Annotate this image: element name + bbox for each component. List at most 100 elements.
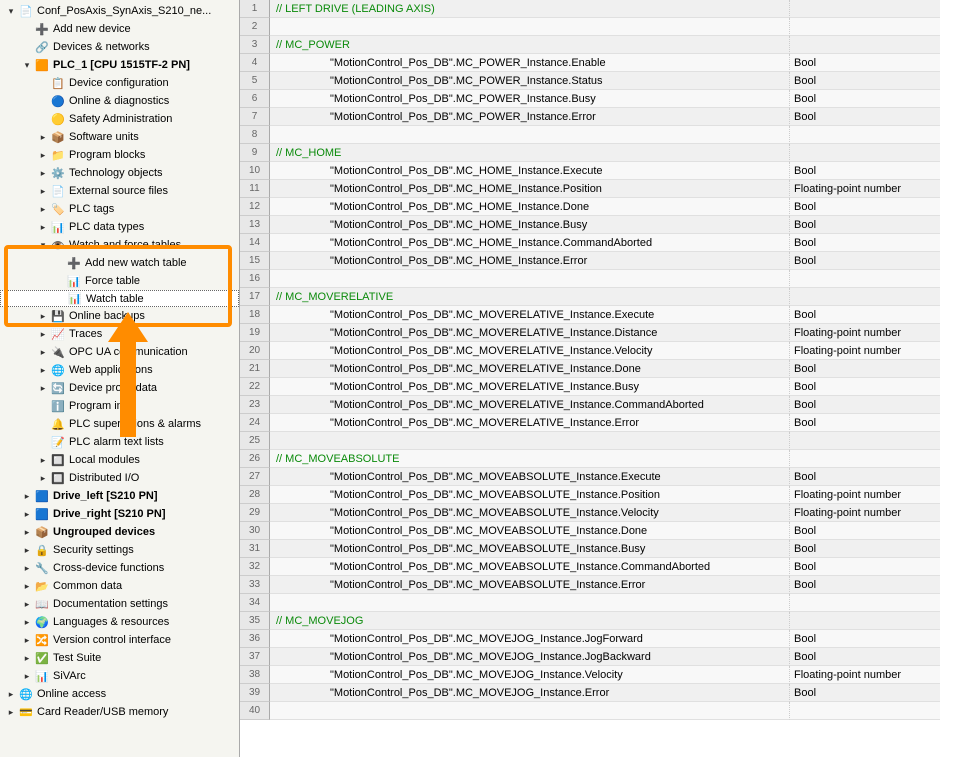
tree-expand-icon[interactable]: ▸ <box>20 507 34 521</box>
cell-name[interactable]: "MotionControl_Pos_DB".MC_MOVERELATIVE_I… <box>270 324 790 342</box>
table-row[interactable]: 30"MotionControl_Pos_DB".MC_MOVEABSOLUTE… <box>240 522 964 540</box>
tree-expand-icon[interactable]: ▸ <box>20 525 34 539</box>
tree-item-sivarc[interactable]: ▸📊SiVArc <box>0 667 239 685</box>
table-row[interactable]: 27"MotionControl_Pos_DB".MC_MOVEABSOLUTE… <box>240 468 964 486</box>
cell-name[interactable]: // MC_POWER <box>270 36 790 54</box>
tree-expand-icon[interactable]: ▾ <box>20 58 34 72</box>
table-row[interactable]: 32"MotionControl_Pos_DB".MC_MOVEABSOLUTE… <box>240 558 964 576</box>
cell-type[interactable]: Bool <box>790 522 940 540</box>
cell-type[interactable]: Bool <box>790 360 940 378</box>
tree-item-common-data[interactable]: ▸📂Common data <box>0 577 239 595</box>
table-row[interactable]: 6"MotionControl_Pos_DB".MC_POWER_Instanc… <box>240 90 964 108</box>
tree-expand-icon[interactable]: ▸ <box>4 687 18 701</box>
tree-item-local-modules[interactable]: ▸🔲Local modules <box>0 451 239 469</box>
cell-name[interactable]: "MotionControl_Pos_DB".MC_MOVEABSOLUTE_I… <box>270 540 790 558</box>
cell-type[interactable]: Floating-point number <box>790 486 940 504</box>
tree-item-opc-ua-communication[interactable]: ▸🔌OPC UA communication <box>0 343 239 361</box>
cell-type[interactable] <box>790 702 940 720</box>
cell-type[interactable]: Floating-point number <box>790 666 940 684</box>
table-row[interactable]: 24"MotionControl_Pos_DB".MC_MOVERELATIVE… <box>240 414 964 432</box>
tree-item-devices-networks[interactable]: 🔗Devices & networks <box>0 38 239 56</box>
tree-expand-icon[interactable]: ▸ <box>36 148 50 162</box>
tree-item-watch-table[interactable]: 📊Watch table <box>0 290 239 307</box>
tree-expand-icon[interactable]: ▸ <box>36 202 50 216</box>
cell-type[interactable] <box>790 612 940 630</box>
tree-item-online-diagnostics[interactable]: 🔵Online & diagnostics <box>0 92 239 110</box>
cell-type[interactable] <box>790 432 940 450</box>
cell-name[interactable]: "MotionControl_Pos_DB".MC_MOVEJOG_Instan… <box>270 684 790 702</box>
cell-type[interactable]: Bool <box>790 252 940 270</box>
tree-item-ungrouped-devices[interactable]: ▸📦Ungrouped devices <box>0 523 239 541</box>
cell-name[interactable]: "MotionControl_Pos_DB".MC_MOVEJOG_Instan… <box>270 648 790 666</box>
cell-name[interactable]: "MotionControl_Pos_DB".MC_MOVEABSOLUTE_I… <box>270 486 790 504</box>
cell-name[interactable]: "MotionControl_Pos_DB".MC_POWER_Instance… <box>270 72 790 90</box>
cell-type[interactable]: Bool <box>790 558 940 576</box>
cell-name[interactable]: "MotionControl_Pos_DB".MC_MOVEABSOLUTE_I… <box>270 576 790 594</box>
tree-item-drive-right-s210-pn[interactable]: ▸🟦Drive_right [S210 PN] <box>0 505 239 523</box>
tree-expand-icon[interactable]: ▸ <box>20 597 34 611</box>
cell-name[interactable] <box>270 126 790 144</box>
table-row[interactable]: 34 <box>240 594 964 612</box>
tree-item-drive-left-s210-pn[interactable]: ▸🟦Drive_left [S210 PN] <box>0 487 239 505</box>
tree-item-program-blocks[interactable]: ▸📁Program blocks <box>0 146 239 164</box>
tree-item-device-proxy-data[interactable]: ▸🔄Device proxy data <box>0 379 239 397</box>
table-row[interactable]: 26// MC_MOVEABSOLUTE <box>240 450 964 468</box>
cell-type[interactable]: Bool <box>790 108 940 126</box>
cell-name[interactable]: "MotionControl_Pos_DB".MC_MOVERELATIVE_I… <box>270 342 790 360</box>
tree-item-add-new-watch-table[interactable]: ➕Add new watch table <box>0 254 239 272</box>
table-row[interactable]: 25 <box>240 432 964 450</box>
cell-name[interactable]: // MC_HOME <box>270 144 790 162</box>
table-row[interactable]: 23"MotionControl_Pos_DB".MC_MOVERELATIVE… <box>240 396 964 414</box>
watch-table-grid[interactable]: 1// LEFT DRIVE (LEADING AXIS)23// MC_POW… <box>240 0 964 757</box>
table-row[interactable]: 28"MotionControl_Pos_DB".MC_MOVEABSOLUTE… <box>240 486 964 504</box>
cell-type[interactable] <box>790 288 940 306</box>
cell-name[interactable]: // MC_MOVEABSOLUTE <box>270 450 790 468</box>
table-row[interactable]: 38"MotionControl_Pos_DB".MC_MOVEJOG_Inst… <box>240 666 964 684</box>
tree-item-program-info[interactable]: ℹ️Program info <box>0 397 239 415</box>
table-row[interactable]: 33"MotionControl_Pos_DB".MC_MOVEABSOLUTE… <box>240 576 964 594</box>
table-row[interactable]: 10"MotionControl_Pos_DB".MC_HOME_Instanc… <box>240 162 964 180</box>
cell-type[interactable]: Floating-point number <box>790 342 940 360</box>
cell-type[interactable]: Bool <box>790 630 940 648</box>
tree-expand-icon[interactable]: ▸ <box>36 363 50 377</box>
tree-expand-icon[interactable]: ▸ <box>36 130 50 144</box>
cell-type[interactable]: Bool <box>790 576 940 594</box>
cell-type[interactable]: Bool <box>790 198 940 216</box>
cell-name[interactable]: "MotionControl_Pos_DB".MC_POWER_Instance… <box>270 54 790 72</box>
cell-name[interactable]: "MotionControl_Pos_DB".MC_HOME_Instance.… <box>270 198 790 216</box>
cell-name[interactable]: "MotionControl_Pos_DB".MC_HOME_Instance.… <box>270 162 790 180</box>
tree-item-test-suite[interactable]: ▸✅Test Suite <box>0 649 239 667</box>
cell-name[interactable]: // MC_MOVERELATIVE <box>270 288 790 306</box>
table-row[interactable]: 12"MotionControl_Pos_DB".MC_HOME_Instanc… <box>240 198 964 216</box>
tree-item-device-configuration[interactable]: 📋Device configuration <box>0 74 239 92</box>
tree-item-external-source-files[interactable]: ▸📄External source files <box>0 182 239 200</box>
cell-type[interactable] <box>790 18 940 36</box>
cell-type[interactable] <box>790 126 940 144</box>
tree-item-cross-device-functions[interactable]: ▸🔧Cross-device functions <box>0 559 239 577</box>
cell-type[interactable]: Bool <box>790 468 940 486</box>
tree-item-distributed-i-o[interactable]: ▸🔲Distributed I/O <box>0 469 239 487</box>
cell-type[interactable]: Floating-point number <box>790 324 940 342</box>
table-row[interactable]: 11"MotionControl_Pos_DB".MC_HOME_Instanc… <box>240 180 964 198</box>
table-row[interactable]: 8 <box>240 126 964 144</box>
cell-name[interactable]: "MotionControl_Pos_DB".MC_HOME_Instance.… <box>270 252 790 270</box>
cell-type[interactable] <box>790 450 940 468</box>
table-row[interactable]: 40 <box>240 702 964 720</box>
tree-expand-icon[interactable]: ▸ <box>20 633 34 647</box>
cell-type[interactable] <box>790 270 940 288</box>
tree-expand-icon[interactable]: ▸ <box>36 453 50 467</box>
table-row[interactable]: 31"MotionControl_Pos_DB".MC_MOVEABSOLUTE… <box>240 540 964 558</box>
tree-item-documentation-settings[interactable]: ▸📖Documentation settings <box>0 595 239 613</box>
tree-item-technology-objects[interactable]: ▸⚙️Technology objects <box>0 164 239 182</box>
table-row[interactable]: 15"MotionControl_Pos_DB".MC_HOME_Instanc… <box>240 252 964 270</box>
table-row[interactable]: 29"MotionControl_Pos_DB".MC_MOVEABSOLUTE… <box>240 504 964 522</box>
cell-name[interactable] <box>270 594 790 612</box>
tree-item-plc-1-cpu-1515tf-2-pn[interactable]: ▾🟧PLC_1 [CPU 1515TF-2 PN] <box>0 56 239 74</box>
table-row[interactable]: 9// MC_HOME <box>240 144 964 162</box>
cell-type[interactable]: Floating-point number <box>790 180 940 198</box>
table-row[interactable]: 18"MotionControl_Pos_DB".MC_MOVERELATIVE… <box>240 306 964 324</box>
table-row[interactable]: 37"MotionControl_Pos_DB".MC_MOVEJOG_Inst… <box>240 648 964 666</box>
cell-name[interactable]: "MotionControl_Pos_DB".MC_MOVEJOG_Instan… <box>270 630 790 648</box>
cell-type[interactable]: Floating-point number <box>790 504 940 522</box>
cell-name[interactable]: "MotionControl_Pos_DB".MC_MOVERELATIVE_I… <box>270 396 790 414</box>
